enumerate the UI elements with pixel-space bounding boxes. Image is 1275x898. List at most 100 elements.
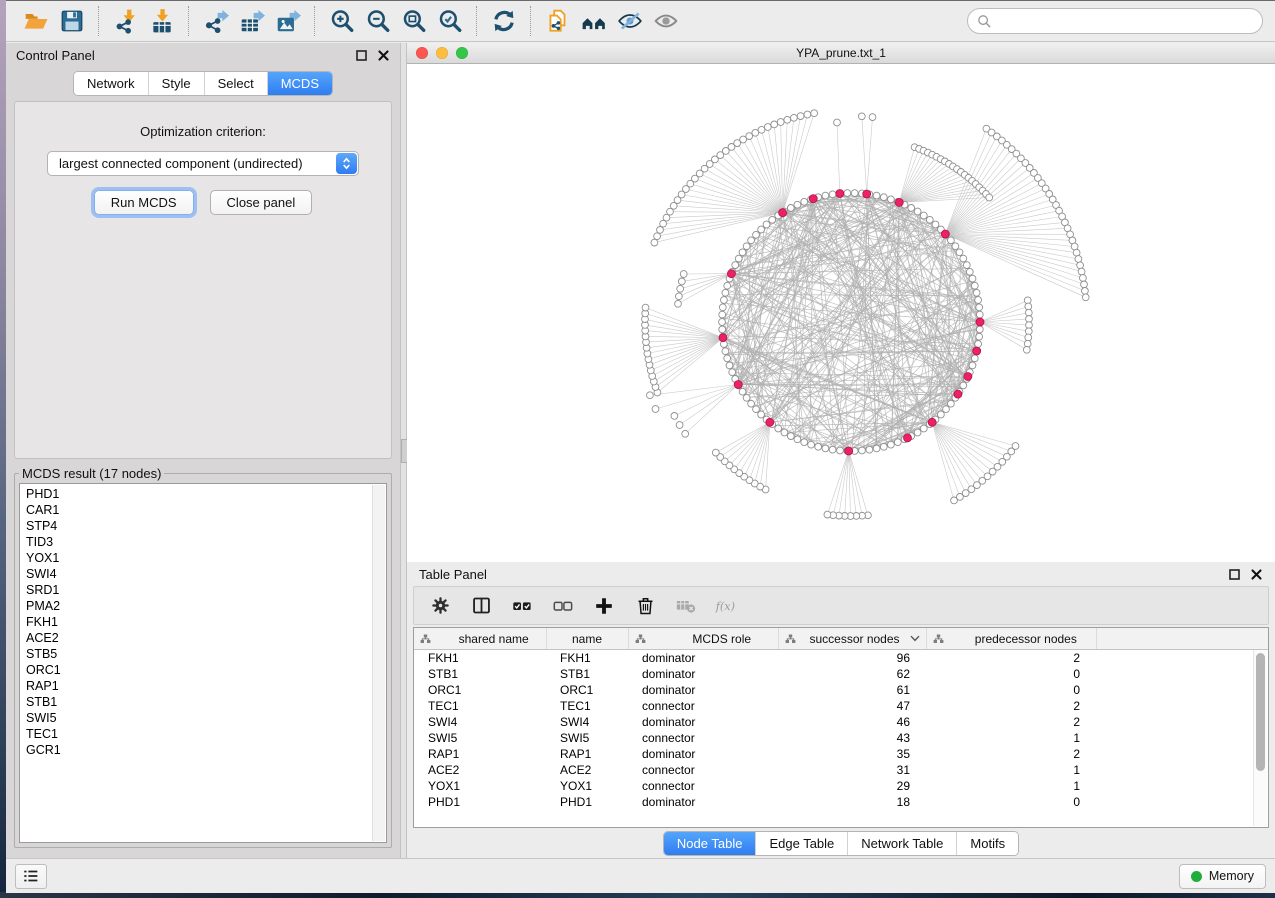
zoom-fit-icon [401, 8, 427, 34]
column-header-successor-nodes[interactable]: successor nodes [778, 628, 926, 650]
table-row[interactable]: STB1STB1dominator620 [414, 666, 1268, 682]
table-row[interactable]: TEC1TEC1connector472 [414, 698, 1268, 714]
show-columns-button[interactable] [469, 594, 493, 618]
table-row[interactable]: SWI4SWI4dominator462 [414, 714, 1268, 730]
tab-edge-table[interactable]: Edge Table [756, 832, 848, 855]
zoom-out-icon [365, 8, 391, 34]
tab-select[interactable]: Select [205, 72, 268, 95]
mcds-result-item[interactable]: SWI5 [20, 710, 386, 726]
mcds-result-item[interactable]: TEC1 [20, 726, 386, 742]
app-window: Control Panel Network Style Select MCDS … [6, 0, 1275, 893]
run-mcds-button[interactable]: Run MCDS [94, 190, 194, 215]
list-icon [22, 867, 40, 885]
window-maximize-traffic-button[interactable] [456, 47, 468, 59]
export-network-button[interactable] [198, 4, 234, 38]
show-all-button[interactable] [648, 4, 684, 38]
main-toolbar [6, 1, 1275, 42]
column-header-name[interactable]: name [546, 628, 628, 650]
zoom-fit-button[interactable] [396, 4, 432, 38]
table-row[interactable]: FKH1FKH1dominator962 [414, 650, 1268, 667]
tab-node-table[interactable]: Node Table [664, 832, 757, 855]
mcds-result-item[interactable]: STB5 [20, 646, 386, 662]
column-header-predecessor-nodes[interactable]: predecessor nodes [926, 628, 1096, 650]
table-settings-button[interactable] [428, 594, 452, 618]
mcds-result-item[interactable]: YOX1 [20, 550, 386, 566]
mcds-result-item[interactable]: STP4 [20, 518, 386, 534]
mcds-result-item[interactable]: CAR1 [20, 502, 386, 518]
unselect-all-columns-button[interactable] [551, 594, 575, 618]
tab-style[interactable]: Style [149, 72, 205, 95]
window-minimize-traffic-button[interactable] [436, 47, 448, 59]
mcds-result-item[interactable]: PMA2 [20, 598, 386, 614]
table-scrollbar[interactable] [1253, 650, 1267, 826]
panel-splitter[interactable] [400, 43, 407, 858]
select-all-columns-button[interactable] [510, 594, 534, 618]
zoom-selected-button[interactable] [432, 4, 468, 38]
create-column-button[interactable] [592, 594, 616, 618]
column-header-shared-name[interactable]: shared name [414, 628, 546, 650]
task-history-button[interactable] [15, 864, 47, 889]
table-row[interactable]: PHD1PHD1dominator180 [414, 794, 1268, 810]
mcds-result-item[interactable]: SWI4 [20, 566, 386, 582]
control-panel-header: Control Panel [6, 43, 400, 68]
import-network-button[interactable] [108, 4, 144, 38]
criterion-selected-value: largest connected component (undirected) [48, 156, 336, 171]
column-header-mcds-role[interactable]: MCDS role [628, 628, 778, 650]
tab-mcds[interactable]: MCDS [268, 72, 332, 95]
tab-motifs[interactable]: Motifs [957, 832, 1018, 855]
refresh-view-button[interactable] [486, 4, 522, 38]
mcds-result-title: MCDS result (17 nodes) [19, 466, 164, 481]
first-neighbors-button[interactable] [576, 4, 612, 38]
table-row[interactable]: SWI5SWI5connector431 [414, 730, 1268, 746]
table-scrollbar-thumb[interactable] [1256, 653, 1265, 771]
first-neighbors-icon [581, 8, 607, 34]
float-panel-button[interactable] [355, 49, 368, 62]
network-view-window: YPA_prune.txt_1 [407, 43, 1275, 562]
export-image-icon [275, 8, 301, 34]
duplicate-network-button[interactable] [540, 4, 576, 38]
mcds-result-listbox: PHD1CAR1STP4TID3YOX1SWI4SRD1PMA2FKH1ACE2… [19, 483, 387, 843]
desktop-background: Control Panel Network Style Select MCDS … [0, 0, 1275, 898]
mcds-result-item[interactable]: STB1 [20, 694, 386, 710]
save-floppy-icon [59, 8, 85, 34]
network-graph[interactable] [407, 64, 1275, 562]
tree-icon [933, 634, 944, 644]
dropdown-stepper-icon [336, 153, 357, 174]
table-row[interactable]: YOX1YOX1connector291 [414, 778, 1268, 794]
mcds-result-item[interactable]: ACE2 [20, 630, 386, 646]
memory-status-button[interactable]: Memory [1179, 864, 1266, 889]
table-row[interactable]: ORC1ORC1dominator610 [414, 682, 1268, 698]
close-panel-action-button[interactable]: Close panel [210, 190, 313, 215]
sort-desc-icon [910, 635, 920, 642]
tree-icon [785, 634, 796, 644]
table-row[interactable]: ACE2ACE2connector311 [414, 762, 1268, 778]
zoom-in-button[interactable] [324, 4, 360, 38]
tab-network[interactable]: Network [74, 72, 149, 95]
tab-network-table[interactable]: Network Table [848, 832, 957, 855]
mcds-result-item[interactable]: RAP1 [20, 678, 386, 694]
save-session-button[interactable] [54, 4, 90, 38]
mcds-result-item[interactable]: GCR1 [20, 742, 386, 758]
delete-column-button[interactable] [633, 594, 657, 618]
search-input[interactable] [998, 13, 1253, 30]
tree-icon [420, 634, 431, 644]
status-bar: Memory [6, 858, 1275, 893]
network-canvas[interactable] [407, 64, 1275, 562]
export-image-button[interactable] [270, 4, 306, 38]
criterion-dropdown[interactable]: largest connected component (undirected) [47, 151, 359, 176]
mcds-result-item[interactable]: ORC1 [20, 662, 386, 678]
float-table-panel-button[interactable] [1228, 568, 1241, 581]
mcds-result-item[interactable]: FKH1 [20, 614, 386, 630]
import-table-button[interactable] [144, 4, 180, 38]
export-table-button[interactable] [234, 4, 270, 38]
table-row[interactable]: RAP1RAP1dominator352 [414, 746, 1268, 762]
mcds-result-item[interactable]: TID3 [20, 534, 386, 550]
open-session-button[interactable] [18, 4, 54, 38]
zoom-out-button[interactable] [360, 4, 396, 38]
mcds-result-item[interactable]: PHD1 [20, 486, 386, 502]
hide-selected-button[interactable] [612, 4, 648, 38]
close-table-panel-button[interactable] [1250, 568, 1263, 581]
window-close-traffic-button[interactable] [416, 47, 428, 59]
close-panel-button[interactable] [377, 49, 390, 62]
mcds-result-item[interactable]: SRD1 [20, 582, 386, 598]
